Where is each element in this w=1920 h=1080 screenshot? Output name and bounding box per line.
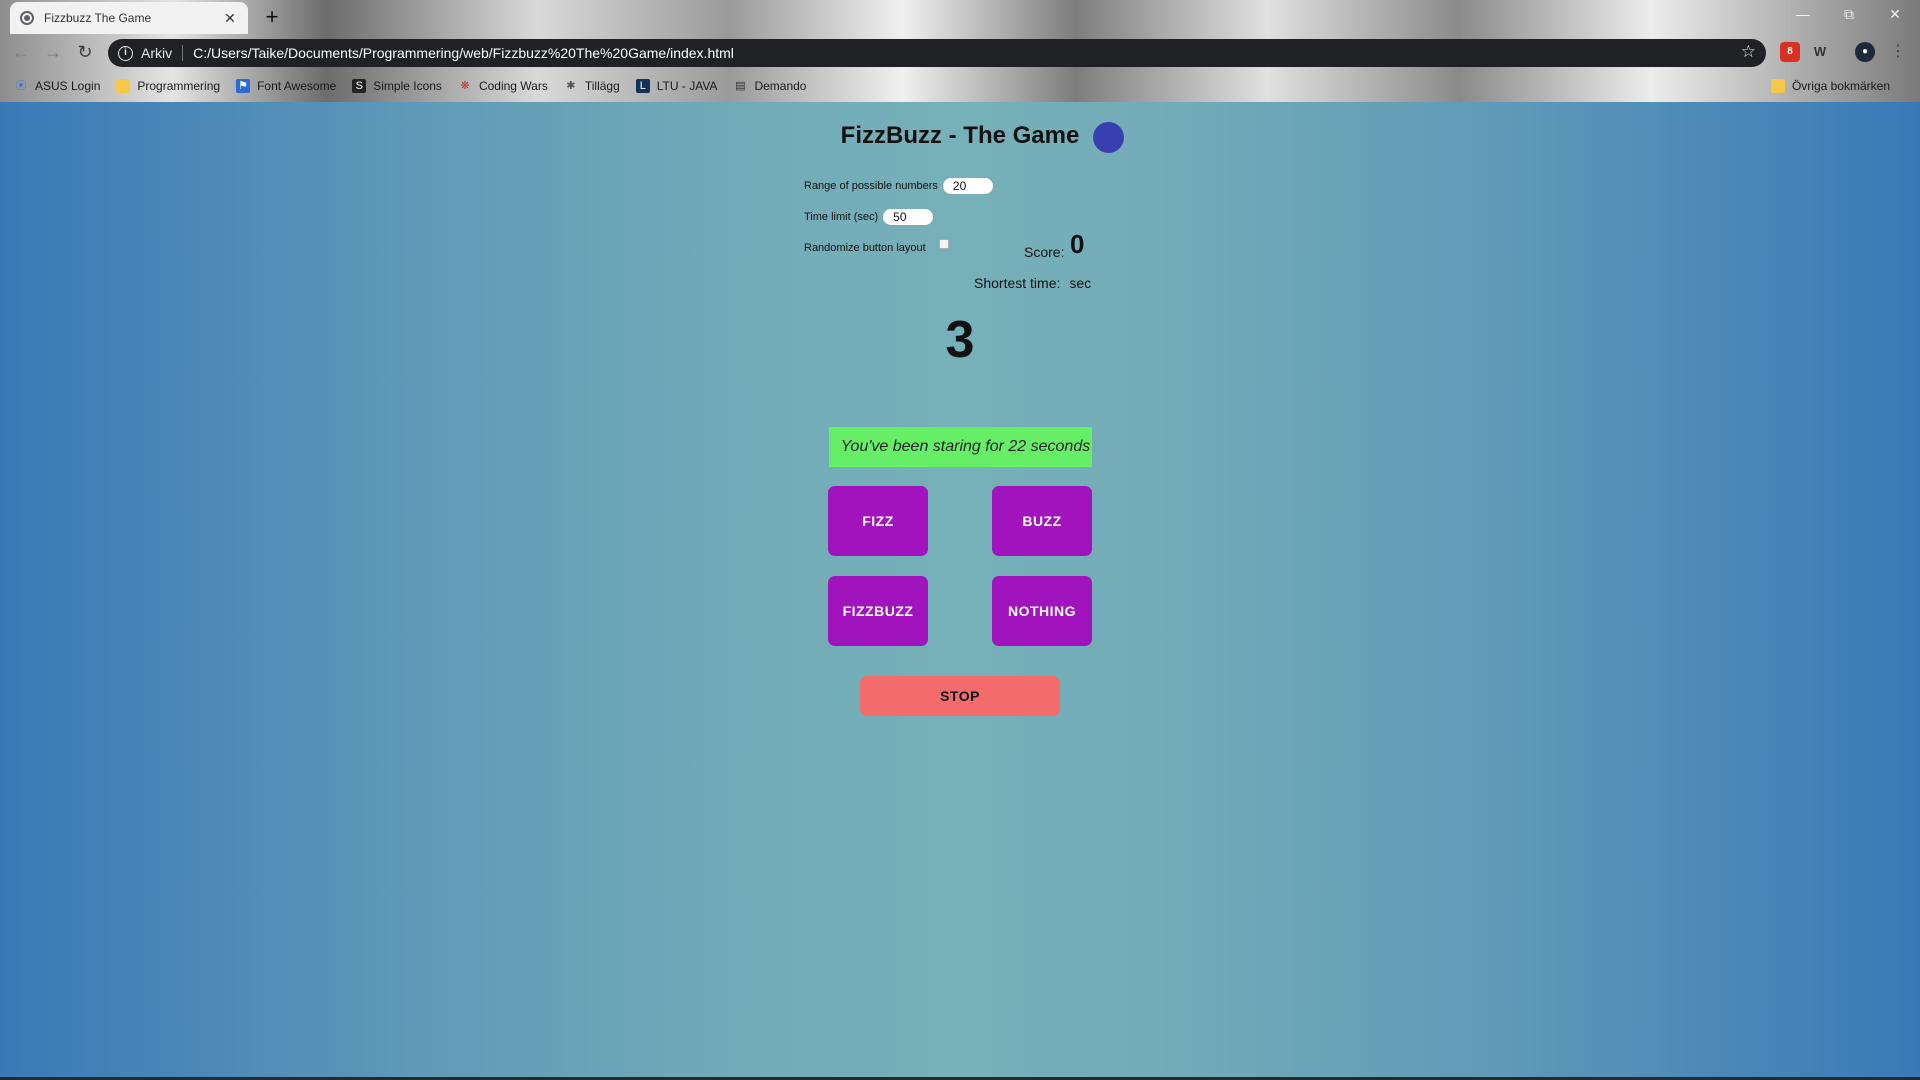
- menu-dots-icon[interactable]: ⋮: [1885, 39, 1911, 65]
- fizzbuzz-button[interactable]: FIZZBUZZ: [828, 576, 928, 646]
- demando-icon: ▤: [735, 80, 746, 92]
- new-tab-button[interactable]: +: [258, 4, 286, 30]
- bookmark-label: Simple Icons: [373, 79, 442, 93]
- shortest-time-unit: sec: [1069, 275, 1092, 291]
- extension-badge: 8: [1787, 46, 1793, 57]
- bookmark-label: Coding Wars: [478, 79, 548, 93]
- bookmark-label: Demando: [754, 79, 807, 93]
- time-limit-setting: Time limit (sec): [804, 209, 934, 225]
- w-extension-icon[interactable]: W: [1810, 42, 1830, 62]
- tab-strip: Fizzbuzz The Game ✕ + — ⧉ ✕: [0, 0, 1920, 34]
- address-separator: [182, 45, 184, 61]
- bookmark-other[interactable]: Övriga bokmärken: [1770, 79, 1890, 93]
- shortest-time-label: Shortest time:: [974, 275, 1061, 291]
- reload-icon[interactable]: ↻: [72, 39, 98, 65]
- time-limit-label: Time limit (sec): [804, 211, 879, 223]
- range-setting: Range of possible numbers: [804, 178, 993, 194]
- puzzle-icon: ✱: [566, 80, 576, 92]
- profile-avatar-icon[interactable]: ●: [1855, 42, 1875, 62]
- folder-icon: [116, 79, 131, 93]
- time-limit-input[interactable]: [883, 209, 934, 225]
- stop-button[interactable]: STOP: [860, 676, 1060, 716]
- bookmark-demando[interactable]: ▤ Demando: [733, 79, 806, 93]
- score-value: 0: [1070, 229, 1085, 259]
- bookmark-coding-wars[interactable]: ❋ Coding Wars: [458, 79, 548, 93]
- status-orb-icon: [1093, 122, 1124, 153]
- address-url[interactable]: C:/Users/Taike/Documents/Programmering/w…: [193, 45, 734, 61]
- buzz-button[interactable]: BUZZ: [992, 486, 1092, 556]
- tab-title: Fizzbuzz The Game: [44, 11, 152, 25]
- game-page: FizzBuzz - The Game Range of possible nu…: [0, 102, 1920, 1077]
- score-label: Score:: [1024, 244, 1065, 260]
- globe-icon: [20, 11, 34, 25]
- bookmarks-bar: ⦿ ASUS Login Programmering ⚑ Font Awesom…: [0, 72, 1920, 100]
- randomize-checkbox[interactable]: [938, 239, 949, 249]
- staring-message: You've been staring for 22 seconds: [829, 427, 1092, 467]
- address-bar[interactable]: i Arkiv C:/Users/Taike/Documents/Program…: [108, 39, 1766, 67]
- bookmark-label: Tillägg: [584, 79, 620, 93]
- bookmark-label: Övriga bokmärken: [1791, 79, 1890, 93]
- minimize-icon[interactable]: —: [1780, 0, 1826, 30]
- nothing-button[interactable]: NOTHING: [992, 576, 1092, 646]
- game-title: FizzBuzz - The Game: [840, 122, 1080, 149]
- bookmark-asus-login[interactable]: ⦿ ASUS Login: [14, 79, 101, 93]
- forward-icon[interactable]: →: [40, 39, 66, 65]
- simple-icons-icon: S: [352, 79, 367, 93]
- current-number: 3: [945, 311, 975, 369]
- bookmark-simple-icons[interactable]: S Simple Icons: [352, 79, 442, 93]
- folder-icon: [1770, 79, 1785, 93]
- bookmark-font-awesome[interactable]: ⚑ Font Awesome: [236, 79, 336, 93]
- randomize-setting: Randomize button layout: [804, 239, 949, 254]
- bookmark-label: ASUS Login: [35, 79, 101, 93]
- browser-chrome: Fizzbuzz The Game ✕ + — ⧉ ✕ ← → ↻ i Arki…: [0, 0, 1920, 102]
- ltu-icon: L: [635, 79, 650, 93]
- range-label: Range of possible numbers: [804, 180, 938, 192]
- bookmark-programmering[interactable]: Programmering: [116, 79, 220, 93]
- bookmark-label: Programmering: [137, 79, 221, 93]
- bookmark-label: LTU - JAVA: [656, 79, 718, 93]
- tab-close-icon[interactable]: ✕: [222, 10, 238, 27]
- address-scheme: Arkiv: [141, 45, 173, 61]
- range-input[interactable]: [942, 178, 993, 194]
- bookmark-label: Font Awesome: [257, 79, 337, 93]
- bookmark-tillagg[interactable]: ✱ Tillägg: [564, 79, 620, 93]
- flag-icon: ⚑: [236, 79, 251, 93]
- randomize-label: Randomize button layout: [804, 242, 926, 254]
- fizz-button[interactable]: FIZZ: [828, 486, 928, 556]
- bookmark-ltu-java[interactable]: L LTU - JAVA: [635, 79, 718, 93]
- extension-icon[interactable]: 8: [1780, 42, 1800, 62]
- shortest-time: Shortest time: sec: [974, 275, 1091, 291]
- window-close-icon[interactable]: ✕: [1872, 0, 1918, 30]
- back-icon[interactable]: ←: [8, 39, 34, 65]
- info-icon[interactable]: i: [118, 45, 133, 61]
- toolbar: ← → ↻ i Arkiv C:/Users/Taike/Documents/P…: [0, 34, 1920, 70]
- star-icon[interactable]: ☆: [1741, 42, 1756, 62]
- wifi-icon: ⦿: [15, 80, 27, 92]
- codewars-icon: ❋: [460, 80, 470, 92]
- restore-icon[interactable]: ⧉: [1826, 0, 1872, 30]
- tab-fizzbuzz[interactable]: Fizzbuzz The Game ✕: [10, 2, 248, 34]
